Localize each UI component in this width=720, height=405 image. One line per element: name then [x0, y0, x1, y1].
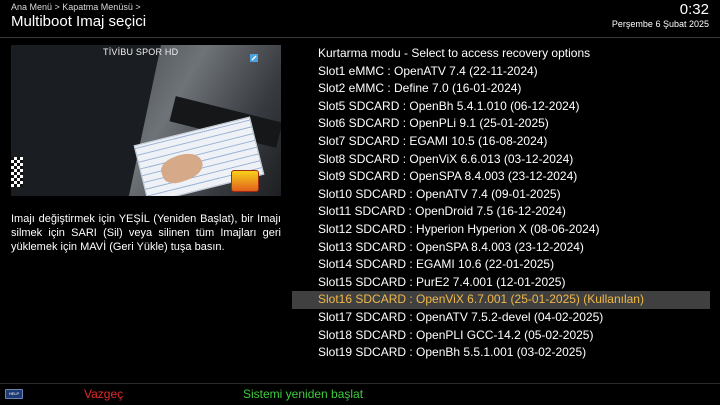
- slot-item[interactable]: Slot19 SDCARD : OpenBh 5.5.1.001 (03-02-…: [292, 344, 710, 362]
- preview-scene-shape: [11, 45, 161, 196]
- slot-item[interactable]: Slot9 SDCARD : OpenSPA 8.4.003 (23-12-20…: [292, 168, 710, 186]
- restart-button[interactable]: Sistemi yeniden başlat: [243, 387, 363, 401]
- slot-item[interactable]: Slot14 SDCARD : EGAMI 10.6 (22-01-2025): [292, 256, 710, 274]
- slot-item[interactable]: Slot1 eMMC : OpenATV 7.4 (22-11-2024): [292, 63, 710, 81]
- slot-item[interactable]: Slot12 SDCARD : Hyperion Hyperion X (08-…: [292, 221, 710, 239]
- breadcrumb: Ana Menü > Kapatma Menüsü >: [11, 2, 141, 12]
- slot-item[interactable]: Slot16 SDCARD : OpenViX 6.7.001 (25-01-2…: [292, 291, 710, 309]
- cancel-button[interactable]: Vazgeç: [84, 387, 123, 401]
- slot-item[interactable]: Slot11 SDCARD : OpenDroid 7.5 (16-12-202…: [292, 203, 710, 221]
- page-title: Multiboot Imaj seçici: [11, 13, 147, 30]
- help-text: Imajı değiştirmek için YEŞİL (Yeniden Ba…: [11, 213, 281, 253]
- recovery-mode-item[interactable]: Kurtarma modu - Select to access recover…: [292, 45, 710, 63]
- slot-list: Kurtarma modu - Select to access recover…: [292, 45, 710, 362]
- program-badge-icon: [231, 170, 259, 192]
- slot-item[interactable]: Slot6 SDCARD : OpenPLi 9.1 (25-01-2025): [292, 115, 710, 133]
- clock: 0:32: [679, 1, 709, 18]
- slot-item[interactable]: Slot15 SDCARD : PurE2 7.4.001 (12-01-202…: [292, 274, 710, 292]
- date-label: Perşembe 6 Şubat 2025: [611, 19, 709, 29]
- slot-item[interactable]: Slot17 SDCARD : OpenATV 7.5.2-devel (04-…: [292, 309, 710, 327]
- slot-item[interactable]: Slot5 SDCARD : OpenBh 5.4.1.010 (06-12-2…: [292, 98, 710, 116]
- tv-preview: TİVİBU SPOR HD: [11, 45, 281, 196]
- footer-divider: [0, 383, 720, 384]
- channel-logo: TİVİBU SPOR HD: [103, 47, 179, 57]
- channel-watermark-icon: [250, 54, 258, 62]
- help-button[interactable]: HELP: [5, 389, 23, 399]
- header-bar: Ana Menü > Kapatma Menüsü > Multiboot Im…: [0, 0, 720, 38]
- slot-item[interactable]: Slot8 SDCARD : OpenViX 6.6.013 (03-12-20…: [292, 151, 710, 169]
- slot-item[interactable]: Slot10 SDCARD : OpenATV 7.4 (09-01-2025): [292, 186, 710, 204]
- slot-item[interactable]: Slot18 SDCARD : OpenPLI GCC-14.2 (05-02-…: [292, 327, 710, 345]
- header-divider: [0, 37, 720, 38]
- slot-item[interactable]: Slot13 SDCARD : OpenSPA 8.4.003 (23-12-2…: [292, 239, 710, 257]
- checkered-flag-shape: [11, 157, 23, 187]
- slot-item[interactable]: Slot7 SDCARD : EGAMI 10.5 (16-08-2024): [292, 133, 710, 151]
- slot-item[interactable]: Slot2 eMMC : Define 7.0 (16-01-2024): [292, 80, 710, 98]
